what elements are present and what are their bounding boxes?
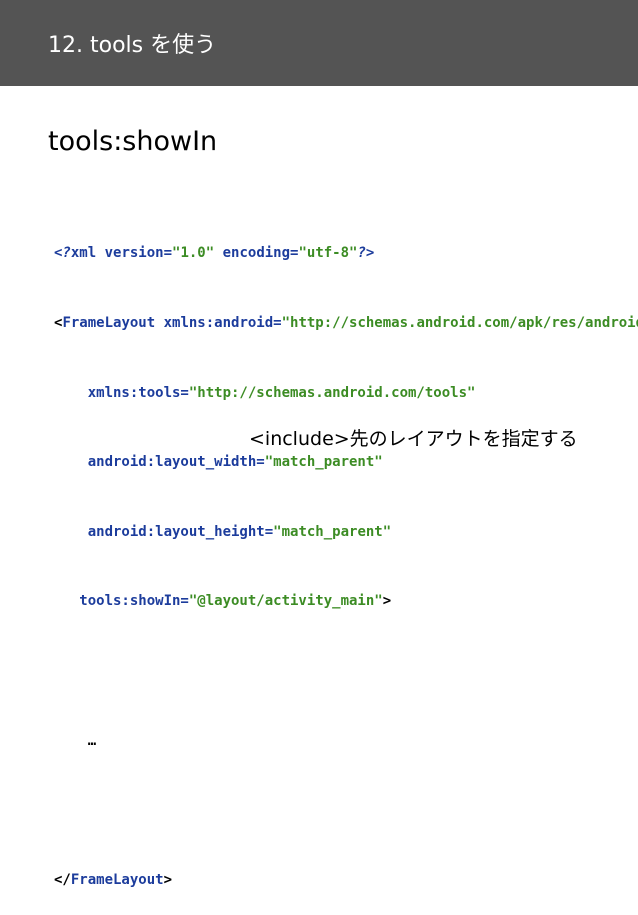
code-token: tools:showIn= bbox=[54, 593, 189, 610]
code-token: FrameLayout bbox=[70, 871, 164, 888]
slide-header: 12. tools を使う bbox=[0, 0, 638, 86]
code-line-5: android:layout_height="match_parent" bbox=[54, 521, 638, 544]
code-token: FrameLayout bbox=[62, 315, 156, 331]
code-token: "utf-8" bbox=[298, 245, 358, 262]
code-token: ?> bbox=[357, 245, 375, 262]
code-token: "1.0" bbox=[172, 245, 215, 262]
code-line-3: xmlns:tools="http://schemas.android.com/… bbox=[54, 382, 638, 405]
code-line-8: … bbox=[54, 732, 97, 749]
code-token: "http://schemas.android.com/tools" bbox=[188, 384, 476, 401]
caption-note: <include>先のレイアウトを指定する bbox=[249, 428, 578, 450]
code-token: xmlns:android= bbox=[155, 315, 282, 331]
section-heading: tools:showIn bbox=[48, 126, 218, 157]
code-line-10: </FrameLayout> bbox=[54, 869, 638, 892]
code-token: version= bbox=[96, 245, 173, 262]
code-token: <? bbox=[54, 245, 71, 262]
code-token: xml bbox=[70, 245, 97, 262]
code-token: > bbox=[163, 871, 173, 888]
code-token: > bbox=[382, 593, 392, 610]
code-line-6: tools:showIn="@layout/activity_main"> bbox=[54, 590, 638, 613]
code-token: "http://schemas.android.com/apk/res/andr… bbox=[281, 315, 638, 331]
code-line-1: <?xml version="1.0" encoding="utf-8"?> bbox=[54, 242, 638, 265]
code-line-2: <FrameLayout xmlns:android="http://schem… bbox=[54, 312, 638, 335]
code-token: xmlns:tools= bbox=[54, 384, 189, 401]
code-token: "match_parent" bbox=[264, 454, 383, 471]
code-token: android:layout_width= bbox=[54, 454, 265, 471]
slide-title: 12. tools を使う bbox=[48, 33, 217, 58]
code-block: <?xml version="1.0" encoding="utf-8"?> <… bbox=[54, 196, 638, 915]
code-token: "@layout/activity_main" bbox=[188, 593, 383, 610]
code-token: "match_parent" bbox=[273, 523, 392, 540]
code-line-4: android:layout_width="match_parent" bbox=[54, 451, 638, 474]
code-token: </ bbox=[54, 871, 71, 888]
code-token: encoding= bbox=[214, 245, 299, 262]
code-token: android:layout_height= bbox=[54, 523, 274, 540]
